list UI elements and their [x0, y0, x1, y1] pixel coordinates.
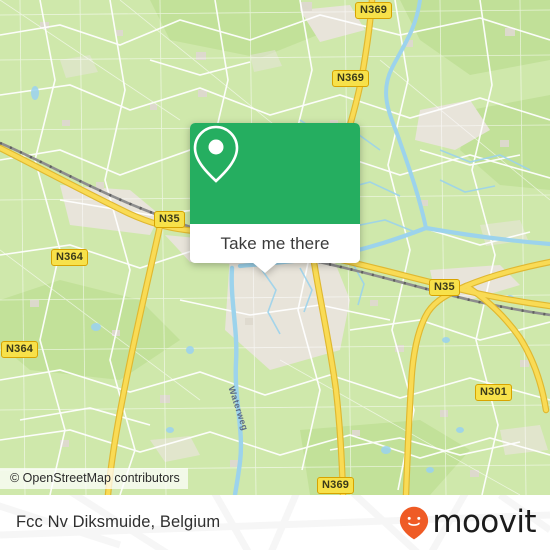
road-shield: N369	[317, 477, 355, 494]
map-screen: N369 N369 N35 N364 N364 N35 N301 N369 Wa…	[0, 0, 550, 550]
road-shield: N364	[1, 341, 39, 358]
take-me-there-label: Take me there	[220, 233, 330, 253]
map-canvas[interactable]: N369 N369 N35 N364 N364 N35 N301 N369 Wa…	[0, 0, 550, 495]
moovit-pin-icon	[400, 506, 429, 539]
footer-bar: Fcc Nv Diksmuide, Belgium moovit	[0, 495, 550, 550]
moovit-brand[interactable]: moovit	[399, 495, 537, 550]
moovit-wordmark: moovit	[432, 504, 536, 540]
location-popup-card[interactable]: Take me there	[190, 123, 360, 273]
popup-pointer-tail	[252, 262, 278, 273]
place-title: Fcc Nv Diksmuide, Belgium	[16, 513, 221, 531]
road-shield: N301	[475, 384, 513, 401]
osm-attribution[interactable]: © OpenStreetMap contributors	[0, 468, 188, 489]
road-shield: N35	[154, 211, 185, 228]
road-shield: N369	[355, 2, 393, 19]
popup-action-area[interactable]: Take me there	[190, 224, 360, 263]
map-pin-icon	[193, 125, 239, 183]
road-shield: N369	[332, 70, 370, 87]
popup-body: Take me there	[190, 123, 360, 263]
road-shield: N35	[429, 279, 460, 296]
popup-image-area	[190, 123, 360, 224]
road-shield: N364	[51, 249, 89, 266]
